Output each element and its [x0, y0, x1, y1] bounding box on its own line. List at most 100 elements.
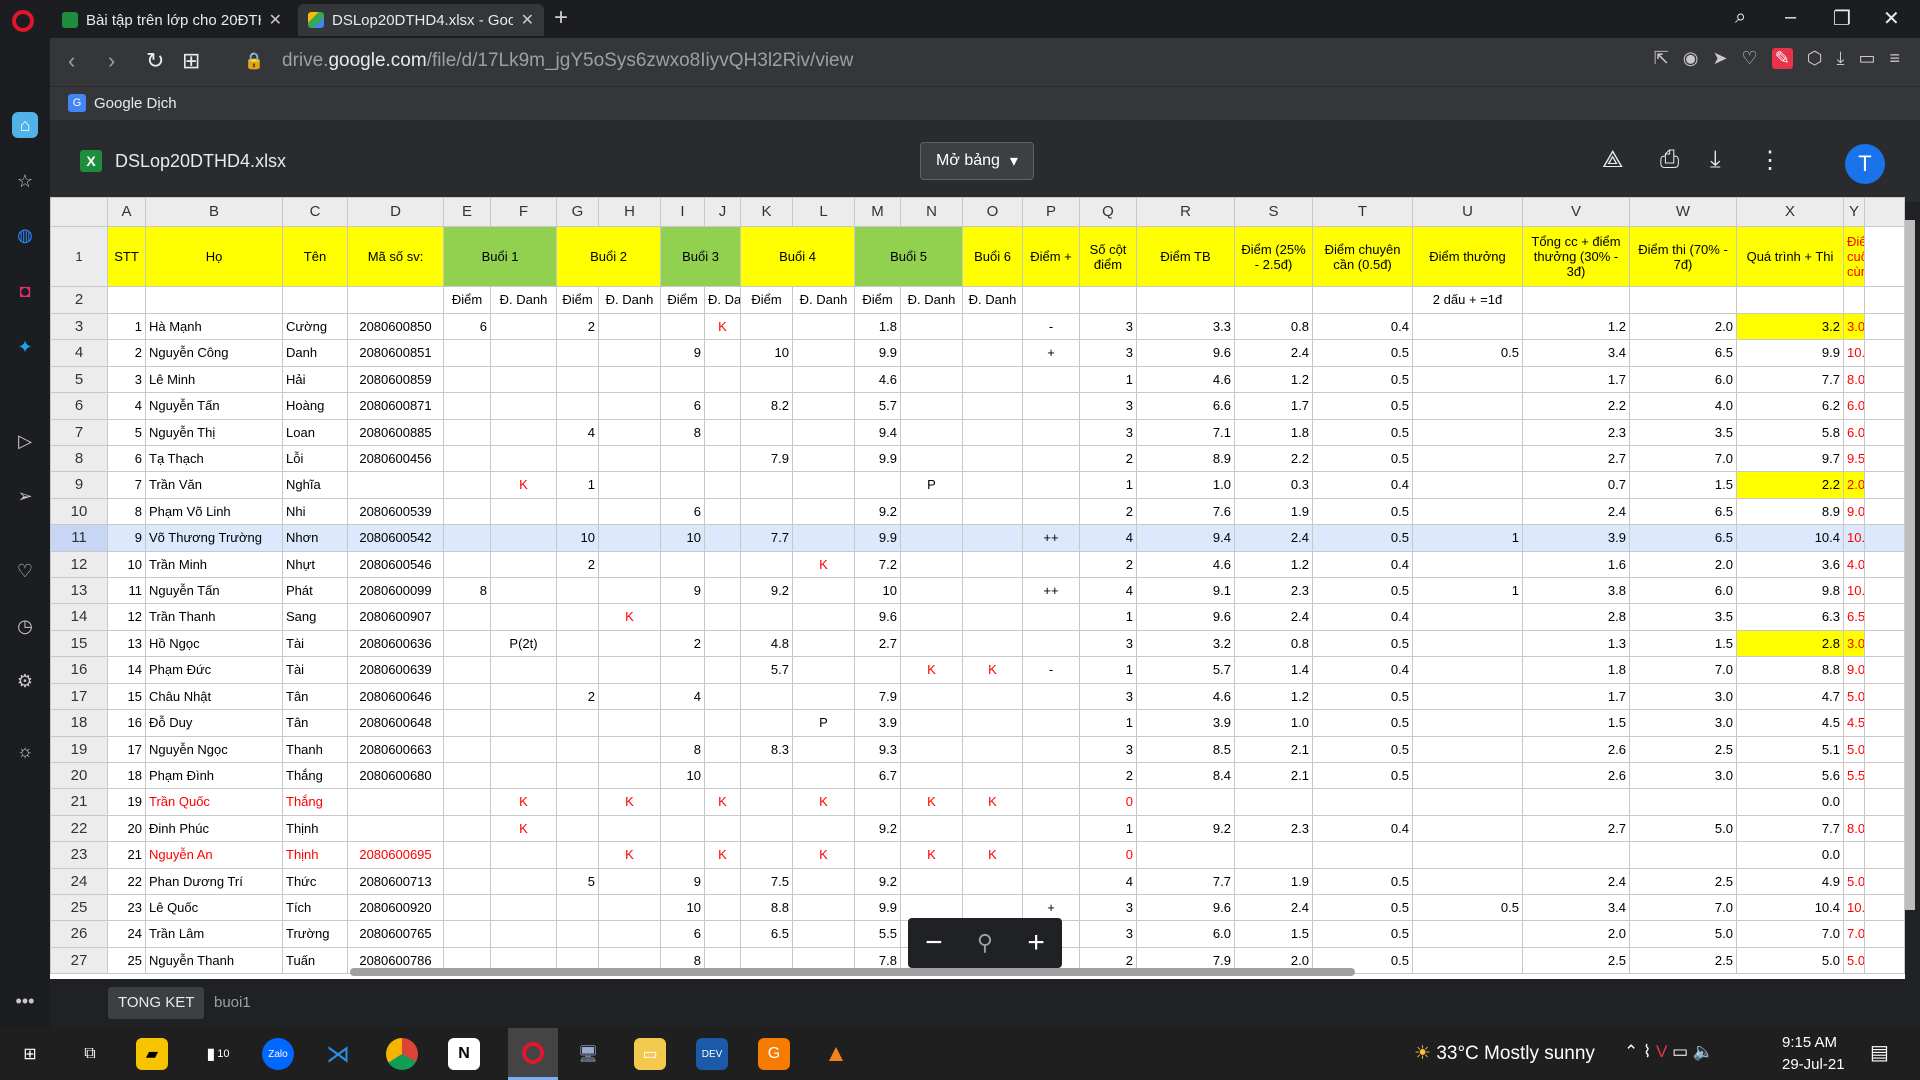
data-cell[interactable]: 6: [660, 497, 705, 526]
data-cell[interactable]: 2: [1079, 445, 1137, 473]
extension-icon[interactable]: ✎: [1771, 48, 1793, 69]
data-cell[interactable]: 1.2: [1234, 365, 1313, 394]
data-cell[interactable]: [1022, 418, 1080, 447]
data-cell[interactable]: [704, 392, 741, 420]
data-cell[interactable]: [900, 418, 963, 447]
more-vert-icon[interactable]: ⋮: [1758, 146, 1782, 175]
subheader-cell[interactable]: Điểm: [660, 286, 705, 314]
data-cell[interactable]: K: [490, 814, 557, 843]
task-view-icon[interactable]: ⧉: [74, 1038, 106, 1070]
subheader-cell[interactable]: Đ. Danh: [704, 286, 741, 314]
data-cell[interactable]: 0.5: [1312, 682, 1413, 711]
tab-classroom[interactable]: Bài tập trên lớp cho 20ĐTH ✕: [52, 4, 292, 36]
data-cell[interactable]: [490, 867, 557, 895]
data-cell[interactable]: [443, 629, 491, 658]
messenger-icon[interactable]: ◍: [12, 222, 38, 248]
header-cell[interactable]: Điểm thưởng: [1412, 226, 1523, 287]
data-cell[interactable]: [443, 471, 491, 499]
data-cell[interactable]: [443, 365, 491, 394]
data-cell[interactable]: 0.5: [1312, 867, 1413, 895]
data-cell[interactable]: 1: [107, 312, 146, 341]
header-cell[interactable]: Buổi 3: [660, 226, 741, 287]
data-cell[interactable]: 3.3: [1136, 312, 1235, 341]
data-cell[interactable]: K: [962, 841, 1023, 869]
data-cell[interactable]: K: [792, 550, 855, 579]
header-cell[interactable]: Số cột điểm: [1079, 226, 1137, 287]
data-cell[interactable]: [792, 418, 855, 447]
data-cell[interactable]: Cường: [282, 312, 348, 341]
data-cell[interactable]: 2.7: [1522, 445, 1630, 473]
data-cell[interactable]: [490, 524, 557, 552]
opera-taskbar-icon[interactable]: [508, 1028, 558, 1080]
row-header[interactable]: 12: [50, 550, 108, 579]
data-cell[interactable]: K: [900, 656, 963, 684]
data-cell[interactable]: [704, 735, 741, 763]
subheader-cell[interactable]: [1629, 286, 1737, 314]
data-cell[interactable]: 4.0: [1629, 392, 1737, 420]
cell-extra[interactable]: [1864, 524, 1905, 552]
data-cell[interactable]: 9.1: [1136, 577, 1235, 605]
data-cell[interactable]: [660, 471, 705, 499]
data-cell[interactable]: [660, 814, 705, 843]
data-cell[interactable]: 3: [1079, 629, 1137, 658]
data-cell[interactable]: [962, 312, 1023, 341]
data-cell[interactable]: 19: [107, 788, 146, 816]
data-cell[interactable]: [740, 497, 793, 526]
data-cell[interactable]: K: [490, 788, 557, 816]
data-cell[interactable]: 0.4: [1312, 814, 1413, 843]
data-cell[interactable]: 5.0: [1629, 814, 1737, 843]
data-cell[interactable]: -: [1022, 656, 1080, 684]
data-cell[interactable]: [598, 709, 661, 737]
data-cell[interactable]: 0.5: [1312, 418, 1413, 447]
data-cell[interactable]: [598, 471, 661, 499]
data-cell[interactable]: 2080600871: [347, 392, 444, 420]
data-cell[interactable]: 7.9: [854, 682, 901, 711]
data-cell[interactable]: [660, 788, 705, 816]
data-cell[interactable]: 2080600713: [347, 867, 444, 895]
cell-extra[interactable]: [1864, 841, 1905, 869]
data-cell[interactable]: 3.4: [1522, 339, 1630, 367]
row-header[interactable]: 25: [50, 893, 108, 922]
new-tab-icon[interactable]: +: [554, 4, 568, 32]
data-cell[interactable]: K: [962, 656, 1023, 684]
data-cell[interactable]: 16: [107, 709, 146, 737]
data-cell[interactable]: 2080600646: [347, 682, 444, 711]
data-cell[interactable]: 22: [107, 867, 146, 895]
home-icon[interactable]: ⌂: [12, 112, 38, 138]
data-cell[interactable]: 9: [107, 524, 146, 552]
data-cell[interactable]: [704, 577, 741, 605]
row-header[interactable]: 15: [50, 629, 108, 658]
column-header-x[interactable]: X: [1736, 197, 1844, 227]
data-cell[interactable]: 2080600680: [347, 761, 444, 790]
data-cell[interactable]: [962, 577, 1023, 605]
notifications-icon[interactable]: ▤: [1870, 1040, 1889, 1065]
data-cell[interactable]: K: [598, 603, 661, 631]
data-cell[interactable]: [490, 445, 557, 473]
data-cell[interactable]: [854, 788, 901, 816]
data-cell[interactable]: [1022, 841, 1080, 869]
instagram-icon[interactable]: ◘: [12, 278, 38, 304]
data-cell[interactable]: [962, 471, 1023, 499]
data-cell[interactable]: [792, 814, 855, 843]
data-cell[interactable]: 7.0: [1629, 656, 1737, 684]
data-cell[interactable]: 8.8: [740, 893, 793, 922]
data-cell[interactable]: [1022, 735, 1080, 763]
column-header-r[interactable]: R: [1136, 197, 1235, 227]
row-header[interactable]: 11: [50, 524, 108, 552]
data-cell[interactable]: [962, 603, 1023, 631]
row-header[interactable]: 13: [50, 577, 108, 605]
data-cell[interactable]: [490, 682, 557, 711]
data-cell[interactable]: 3: [1079, 339, 1137, 367]
data-cell[interactable]: [490, 392, 557, 420]
data-cell[interactable]: 8: [660, 418, 705, 447]
row-header[interactable]: 24: [50, 867, 108, 895]
data-cell[interactable]: 3: [107, 365, 146, 394]
cell-extra[interactable]: [1864, 761, 1905, 790]
cell-extra[interactable]: [1864, 867, 1905, 895]
data-cell[interactable]: 2.5: [1522, 946, 1630, 975]
data-cell[interactable]: [1412, 445, 1523, 473]
data-cell[interactable]: 7.7: [1136, 867, 1235, 895]
data-cell[interactable]: K: [704, 312, 741, 341]
data-cell[interactable]: 2: [556, 312, 599, 341]
data-cell[interactable]: 7.0: [1629, 445, 1737, 473]
